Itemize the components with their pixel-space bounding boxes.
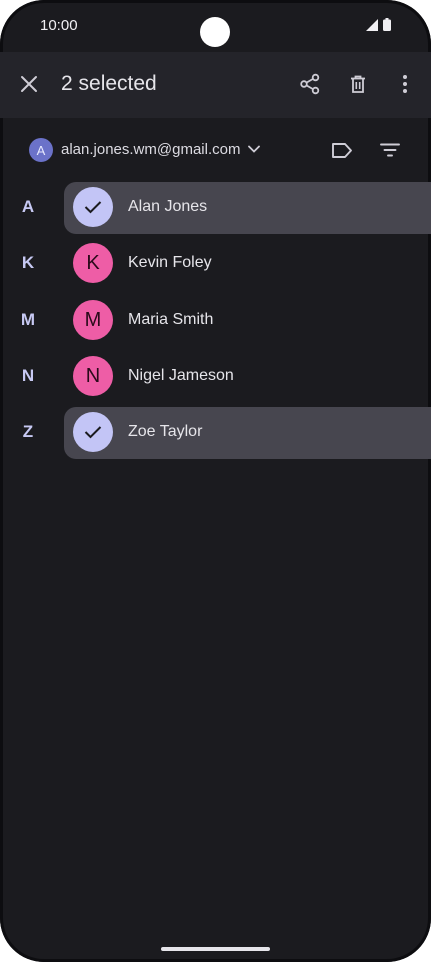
close-icon [21, 76, 37, 92]
signal-icon [366, 18, 378, 31]
list-item: Z Zoe Taylor [0, 407, 431, 461]
filter-button[interactable] [376, 137, 404, 163]
contact-name: Alan Jones [128, 198, 208, 215]
check-icon [84, 201, 102, 214]
label-icon [332, 142, 352, 158]
camera-cutout [200, 17, 230, 47]
close-selection-button[interactable] [14, 69, 44, 99]
phone-screen: 10:00 2 selected A alan.jones.wm@gmail.c… [0, 0, 431, 962]
chevron-down-icon [248, 145, 260, 153]
section-letter: M [20, 310, 36, 329]
status-icons [366, 18, 391, 31]
contact-name: Kevin Foley [128, 254, 212, 271]
contact-avatar: K [73, 243, 113, 283]
section-letter: A [21, 197, 35, 216]
contact-avatar-selected [73, 412, 113, 452]
contact-avatar-selected [73, 187, 113, 227]
list-item: M M Maria Smith [0, 295, 431, 349]
selection-count-title: 2 selected [61, 72, 157, 95]
account-dropdown-button[interactable] [244, 139, 264, 159]
section-letter: Z [22, 422, 34, 441]
battery-icon [383, 18, 391, 31]
section-letter: K [21, 253, 35, 272]
share-icon [300, 73, 320, 95]
contact-avatar: M [73, 300, 113, 340]
section-letter: N [21, 366, 35, 385]
contact-avatar: N [73, 356, 113, 396]
trash-icon [351, 75, 365, 93]
account-avatar: A [29, 138, 53, 162]
status-bar: 10:00 [0, 0, 431, 52]
account-email[interactable]: alan.jones.wm@gmail.com [61, 141, 240, 158]
list-item: N N Nigel Jameson [0, 351, 431, 405]
account-selector: A alan.jones.wm@gmail.com [0, 126, 431, 174]
selection-app-bar: 2 selected [0, 52, 431, 118]
contact-name: Zoe Taylor [128, 423, 203, 440]
share-button[interactable] [295, 69, 325, 99]
contact-row-selected[interactable]: Zoe Taylor [64, 407, 431, 459]
list-item: K K Kevin Foley [0, 238, 431, 292]
more-options-button[interactable] [390, 69, 420, 99]
more-vert-icon [403, 75, 407, 93]
list-item: A Alan Jones [0, 182, 431, 236]
check-icon [84, 426, 102, 439]
contact-row[interactable]: M Maria Smith [64, 295, 431, 347]
home-indicator[interactable] [161, 947, 270, 951]
status-time: 10:00 [40, 17, 78, 34]
contact-row[interactable]: K Kevin Foley [64, 238, 431, 290]
contact-row[interactable]: N Nigel Jameson [64, 351, 431, 403]
label-button[interactable] [328, 137, 356, 163]
delete-button[interactable] [343, 69, 373, 99]
filter-icon [380, 143, 400, 157]
contact-name: Maria Smith [128, 311, 214, 328]
contact-row-selected[interactable]: Alan Jones [64, 182, 431, 234]
contact-name: Nigel Jameson [128, 367, 234, 384]
